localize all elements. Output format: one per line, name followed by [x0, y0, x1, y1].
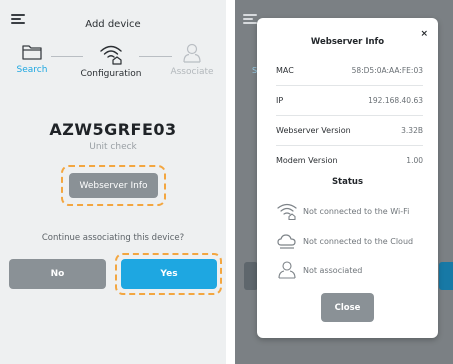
info-value: 192.168.40.63 [368, 96, 423, 105]
info-value: 1.00 [406, 155, 423, 165]
status-heading: Status [331, 177, 364, 187]
stepper: Search Configuration Associate [0, 43, 226, 83]
step-search: Search [0, 43, 64, 75]
device-name: AZW5GRFE03 [49, 120, 177, 139]
webserver-info-button[interactable]: Webserver Info [69, 173, 158, 198]
yes-button[interactable]: Yes [121, 259, 217, 289]
wifi-home-icon [277, 203, 297, 220]
no-button[interactable]: No [9, 259, 106, 289]
menu-icon [243, 14, 257, 24]
info-key: Modem Version [276, 155, 338, 165]
step-label: Configuration [80, 69, 142, 79]
step-label: Associate [170, 67, 214, 77]
status-association: Not associated [277, 261, 362, 279]
cloud-icon [277, 234, 296, 249]
info-key: IP [276, 96, 284, 105]
info-value: 58:D5:0A:AA:FE:03 [351, 66, 423, 75]
info-value: 3.32B [401, 126, 423, 135]
status-cloud: Not connected to the Cloud [277, 232, 413, 250]
add-device-screen: Add device Search Configuration Associat… [0, 0, 226, 364]
status-text: Not connected to the Wi-Fi [303, 206, 410, 216]
status-text: Not connected to the Cloud [303, 236, 414, 246]
page-title: Add device [85, 19, 141, 30]
step-associate: Associate [160, 43, 224, 77]
wifi-home-icon [100, 45, 122, 65]
close-button[interactable]: Close [321, 293, 374, 322]
info-row-ip: IP 192.168.40.63 [276, 86, 423, 116]
unit-check-label: Unit check [89, 142, 137, 152]
info-key: Webserver Version [276, 126, 351, 135]
webserver-info-screen: S Webserver Info × MAC 58:D5:0A:AA:FE:03… [235, 0, 453, 364]
close-icon[interactable]: × [420, 29, 428, 39]
person-icon [183, 43, 201, 63]
folder-icon [22, 45, 42, 60]
status-text: Not associated [303, 265, 363, 275]
no-button-backdrop [244, 262, 258, 290]
info-row-mac: MAC 58:D5:0A:AA:FE:03 [276, 56, 423, 86]
continue-prompt: Continue associating this device? [41, 233, 185, 243]
info-key: MAC [276, 66, 294, 75]
dialog-title: Webserver Info [310, 37, 385, 47]
yes-button-backdrop [439, 262, 453, 290]
step-configuration: Configuration [79, 43, 143, 79]
status-wifi: Not connected to the Wi-Fi [277, 202, 409, 220]
step-label: Search [16, 65, 48, 75]
person-icon [278, 261, 296, 279]
webserver-info-dialog: Webserver Info × MAC 58:D5:0A:AA:FE:03 I… [257, 18, 438, 338]
info-row-modem-version: Modem Version 1.00 [276, 145, 423, 175]
info-row-webserver-version: Webserver Version 3.32B [276, 116, 423, 146]
